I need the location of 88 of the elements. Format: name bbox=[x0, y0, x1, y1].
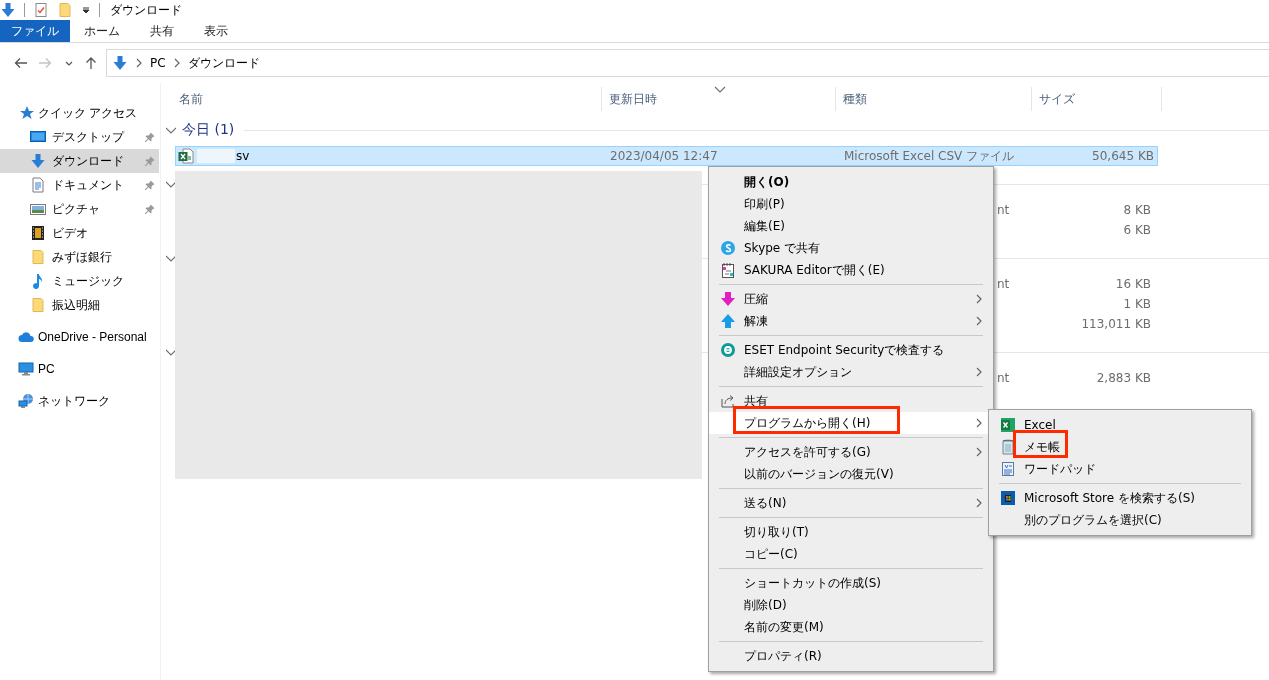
sidebar-item[interactable]: ダウンロード bbox=[0, 149, 159, 173]
sort-caret-icon bbox=[714, 85, 726, 93]
file-size: 16 KB bbox=[1114, 276, 1152, 293]
file-type: nt bbox=[997, 370, 1011, 387]
file-row[interactable]: sv 2023/04/05 12:47 Microsoft Excel CSV ファイル 50,645 KB bbox=[175, 146, 1158, 166]
column-header[interactable]: サイズ bbox=[1032, 87, 1162, 111]
folder-icon bbox=[30, 297, 46, 313]
menu-item[interactable]: 共有 bbox=[709, 390, 993, 412]
file-type: nt bbox=[997, 202, 1011, 219]
pin-icon bbox=[144, 131, 156, 143]
menu-item[interactable]: ESET Endpoint Securityで検査する bbox=[709, 339, 993, 361]
sidebar-item[interactable]: ピクチャ bbox=[0, 197, 159, 221]
highlight-frame bbox=[1013, 430, 1068, 458]
column-header[interactable]: 更新日時 bbox=[602, 87, 836, 111]
sidebar-item[interactable]: ドキュメント bbox=[0, 173, 159, 197]
file-size: 8 KB bbox=[1122, 202, 1152, 219]
sidebar-item[interactable]: みずほ銀行 bbox=[0, 245, 159, 269]
sidebar-item[interactable]: クイック アクセス bbox=[0, 101, 159, 125]
sidebar-item[interactable]: ミュージック bbox=[0, 269, 159, 293]
download-arrow-icon bbox=[112, 55, 128, 71]
menu-item[interactable]: 詳細設定オプション bbox=[709, 361, 993, 383]
sidebar-item[interactable]: OneDrive - Personal bbox=[0, 325, 159, 349]
menu-item[interactable]: 印刷(P) bbox=[709, 193, 993, 215]
file-size: 113,011 KB bbox=[1080, 316, 1152, 333]
breadcrumb[interactable]: PC bbox=[150, 56, 166, 70]
download-arrow-icon[interactable] bbox=[0, 2, 16, 18]
modified-date: 2023/04/05 12:47 bbox=[609, 148, 719, 165]
group-label: 今日 (1) bbox=[182, 121, 235, 139]
sidebar-item[interactable]: PC bbox=[0, 357, 159, 381]
desktop-icon bbox=[30, 129, 46, 145]
file-type: nt bbox=[997, 276, 1011, 293]
cloud-icon bbox=[18, 329, 34, 345]
menu-item[interactable]: プロパティ(R) bbox=[709, 645, 993, 667]
up-arrow-icon bbox=[720, 313, 736, 329]
chevron-down-icon bbox=[65, 60, 73, 66]
file-size: 50,645 KB bbox=[1091, 148, 1155, 165]
file-name: sv bbox=[236, 149, 250, 163]
file-size: 1 KB bbox=[1122, 296, 1152, 313]
menu-item[interactable]: 圧縮 bbox=[709, 288, 993, 310]
store-icon bbox=[1000, 490, 1016, 506]
document-icon bbox=[30, 177, 46, 193]
sidebar-item[interactable]: ネットワーク bbox=[0, 389, 159, 413]
pin-icon bbox=[144, 203, 156, 215]
sidebar-item[interactable]: 振込明細 bbox=[0, 293, 159, 317]
notepad-icon bbox=[720, 262, 736, 278]
sidebar-item[interactable]: デスクトップ bbox=[0, 125, 159, 149]
checklist-icon[interactable] bbox=[33, 2, 49, 18]
back-icon bbox=[13, 55, 29, 71]
menu-item[interactable]: Skype で共有 bbox=[709, 237, 993, 259]
star-icon bbox=[18, 105, 34, 121]
menu-item[interactable]: 解凍 bbox=[709, 310, 993, 332]
picture-icon bbox=[30, 201, 46, 217]
ribbon-tab[interactable]: ファイル bbox=[0, 20, 70, 42]
file-size: 6 KB bbox=[1122, 222, 1152, 239]
menu-item[interactable]: SAKURA Editorで開く(E) bbox=[709, 259, 993, 281]
download-arrow-icon bbox=[30, 153, 46, 169]
window-title: ダウンロード bbox=[110, 1, 182, 19]
sidebar-item[interactable]: ビデオ bbox=[0, 221, 159, 245]
folder-icon bbox=[30, 249, 46, 265]
menu-item[interactable]: 編集(E) bbox=[709, 215, 993, 237]
notepad-icon bbox=[1000, 439, 1016, 455]
file-type: Microsoft Excel CSV ファイル bbox=[843, 147, 1016, 165]
ribbon-tab[interactable]: ホーム bbox=[73, 20, 131, 42]
redaction-mark bbox=[197, 149, 235, 163]
menu-item[interactable]: 削除(D) bbox=[709, 594, 993, 616]
menu-item[interactable]: 名前の変更(M) bbox=[709, 616, 993, 638]
pin-icon bbox=[144, 155, 156, 167]
document-icon bbox=[1000, 461, 1016, 477]
down-arrow-icon bbox=[720, 291, 736, 307]
address-bar[interactable]: PC ダウンロード bbox=[106, 49, 1269, 77]
film-icon bbox=[30, 225, 46, 241]
monitor-icon bbox=[18, 361, 34, 377]
spreadsheet-icon bbox=[1000, 417, 1016, 433]
column-header[interactable]: 名前 bbox=[175, 87, 602, 111]
logo-icon bbox=[720, 240, 736, 256]
file-size: 2,883 KB bbox=[1095, 370, 1152, 387]
breadcrumb[interactable]: ダウンロード bbox=[187, 54, 260, 72]
menu-item[interactable]: コピー(C) bbox=[709, 543, 993, 565]
ribbon-tab[interactable]: 共有 bbox=[139, 20, 185, 42]
column-header[interactable]: 種類 bbox=[836, 87, 1032, 111]
menu-item[interactable]: ショートカットの作成(S) bbox=[709, 572, 993, 594]
spreadsheet-file-icon bbox=[178, 148, 194, 164]
network-icon bbox=[18, 393, 34, 409]
share-icon bbox=[720, 393, 736, 409]
pin-icon bbox=[144, 179, 156, 191]
menu-item[interactable]: 開く(O) bbox=[709, 171, 993, 193]
ribbon-tab[interactable]: 表示 bbox=[193, 20, 239, 42]
forward-icon bbox=[37, 55, 53, 71]
